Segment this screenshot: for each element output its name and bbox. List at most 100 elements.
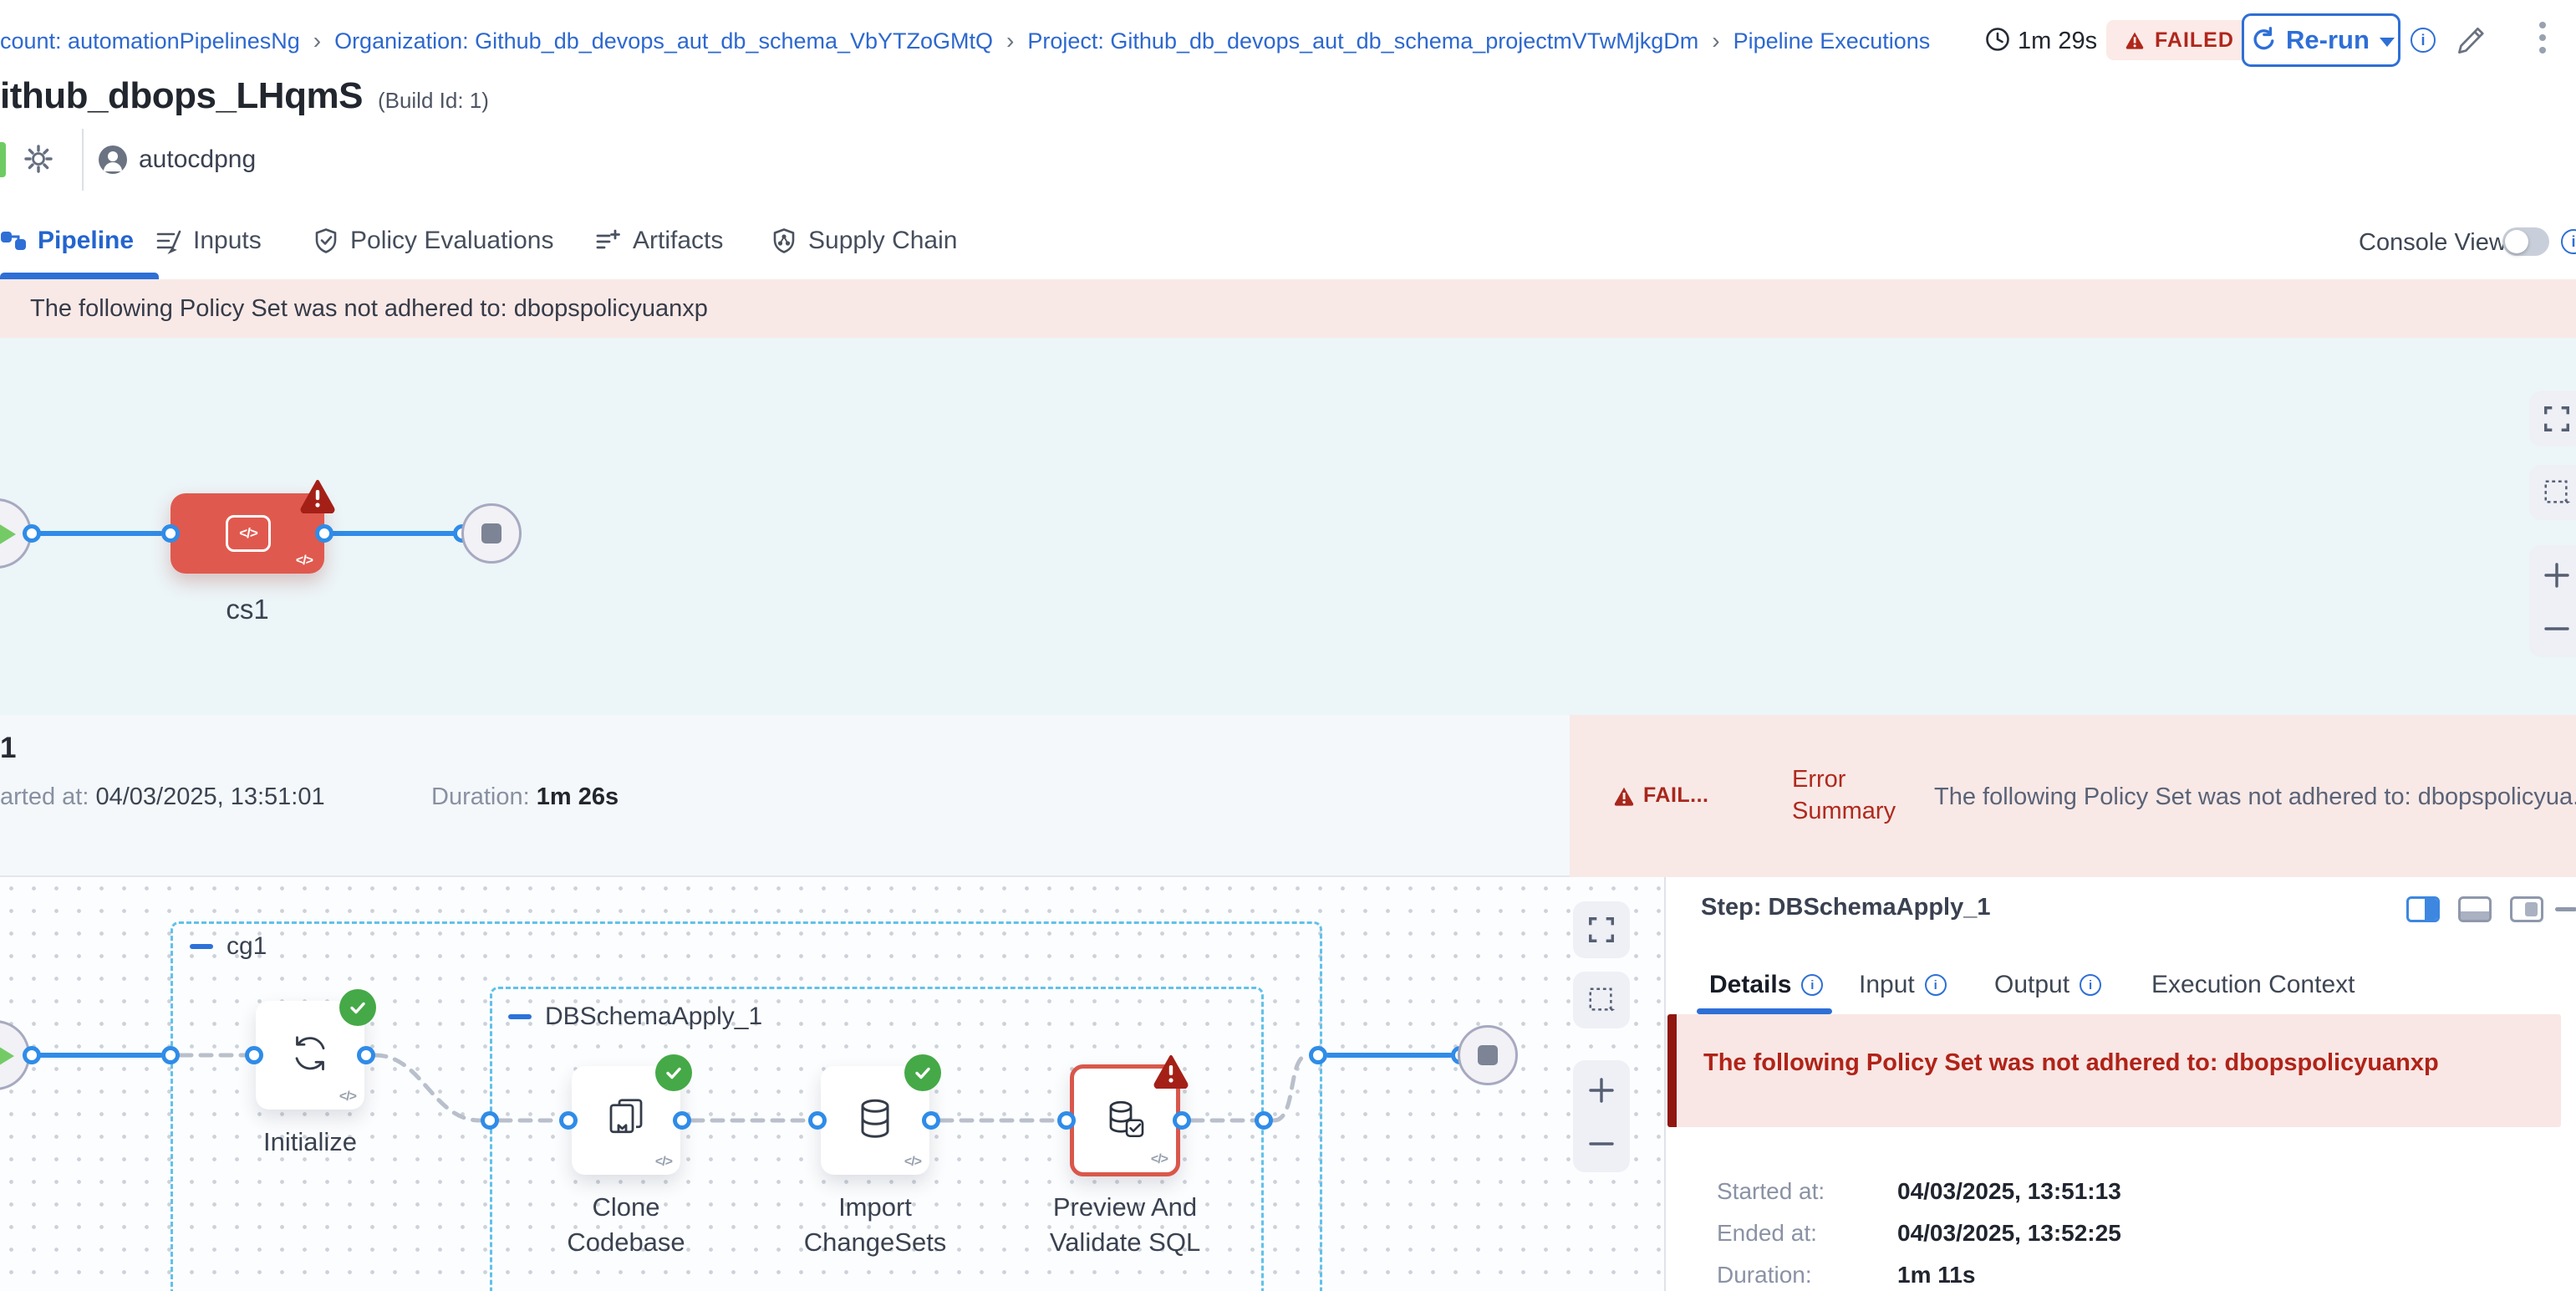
- step-label-initialize: Initialize: [256, 1125, 364, 1160]
- breadcrumb-pipeline-executions[interactable]: Pipeline Executions: [1733, 28, 1931, 54]
- info-icon[interactable]: i: [2080, 974, 2101, 996]
- success-badge-icon: [655, 1054, 692, 1091]
- detail-value-started: 04/03/2025, 13:51:13: [1897, 1178, 2121, 1205]
- artifacts-list-icon: [595, 227, 622, 254]
- info-icon[interactable]: i: [2411, 28, 2436, 53]
- user-icon: [99, 145, 127, 174]
- more-options-icon[interactable]: [2539, 22, 2546, 54]
- connector-dot: [357, 1046, 375, 1064]
- topbar: count: automationPipelinesNg › Organizat…: [0, 0, 2576, 80]
- active-tab-underline: [0, 273, 159, 279]
- step-details-panel: Step: DBSchemaApply_1 Details i Input i …: [1664, 877, 2576, 1291]
- triggered-by-user[interactable]: autocdpng: [139, 145, 256, 174]
- tab-inputs-label: Inputs: [193, 227, 262, 255]
- chevron-down-icon: [2380, 38, 2395, 47]
- gear-icon[interactable]: [22, 142, 55, 176]
- rerun-icon: [2248, 26, 2276, 54]
- code-glyph: </>: [339, 1089, 356, 1105]
- panel-tab-input[interactable]: Input i: [1859, 971, 1947, 999]
- stage-name: 1: [0, 732, 16, 765]
- console-view-info-icon[interactable]: i: [2561, 229, 2576, 254]
- stop-icon: [481, 523, 501, 543]
- execution-graph-canvas[interactable]: cg1 DBSchemaApply_1: [0, 877, 1664, 1291]
- stage-info-bar: 1 arted at: 04/03/2025, 13:51:01 Duratio…: [0, 715, 2576, 877]
- group-name: DBSchemaApply_1: [545, 1003, 762, 1031]
- stage-duration: Duration: 1m 26s: [431, 783, 619, 811]
- step-error-box: The following Policy Set was not adhered…: [1667, 1014, 2561, 1127]
- code-glyph: </>: [904, 1155, 921, 1170]
- step-node-preview-validate-sql[interactable]: </>: [1070, 1064, 1180, 1176]
- rerun-label: Re-run: [2286, 25, 2370, 55]
- shield-check-icon: [313, 227, 339, 254]
- build-id: (Build Id: 1): [378, 88, 489, 114]
- fullscreen-button[interactable]: [1573, 901, 1630, 958]
- panel-tab-execution-context[interactable]: Execution Context: [2151, 971, 2355, 999]
- warning-icon: [1613, 786, 1635, 806]
- collapse-icon[interactable]: [508, 1014, 532, 1019]
- step-label-clone-codebase: Clone Codebase: [538, 1190, 714, 1260]
- breadcrumb-project[interactable]: Project: Github_db_devops_aut_db_schema_…: [1027, 28, 1698, 54]
- zoom-out-button[interactable]: [1573, 1119, 1630, 1169]
- panel-tab-details[interactable]: Details i: [1709, 971, 1823, 999]
- status-strip: [0, 142, 6, 177]
- fail-status-label: FAIL...: [1643, 783, 1709, 808]
- clock-icon: [1984, 26, 2011, 53]
- connector-dot: [161, 524, 180, 543]
- selection-tool-button[interactable]: [1573, 972, 1630, 1028]
- zoom-out-button[interactable]: [2529, 604, 2576, 654]
- selection-tool-button[interactable]: [2529, 465, 2576, 520]
- tab-inputs[interactable]: Inputs: [155, 221, 262, 261]
- fail-status: FAIL...: [1613, 783, 1709, 808]
- detail-label-duration: Duration:: [1717, 1262, 1812, 1288]
- breadcrumb-account[interactable]: count: automationPipelinesNg: [0, 28, 300, 54]
- panel-tab-output[interactable]: Output i: [1994, 971, 2101, 999]
- stage-graph-canvas[interactable]: </> </> cs1: [0, 338, 2576, 715]
- stage-node-cs1[interactable]: </> </>: [171, 493, 324, 574]
- connector-dot: [1309, 1046, 1327, 1064]
- console-view-toggle[interactable]: [2502, 227, 2549, 256]
- zoom-in-button[interactable]: [2529, 550, 2576, 600]
- elapsed-time: 1m 29s: [2018, 28, 2097, 55]
- tab-pipeline-label: Pipeline: [38, 227, 134, 255]
- minimize-panel-icon[interactable]: [2555, 907, 2576, 911]
- zoom-in-button[interactable]: [1573, 1065, 1630, 1115]
- step-node-import-changesets[interactable]: </>: [821, 1066, 929, 1175]
- layout-right-view-icon[interactable]: [2510, 896, 2543, 922]
- console-view-label: Console View: [2359, 229, 2507, 257]
- breadcrumb-organization[interactable]: Organization: Github_db_devops_aut_db_sc…: [334, 28, 993, 54]
- fullscreen-button[interactable]: [2529, 391, 2576, 446]
- policy-error-banner: The following Policy Set was not adhered…: [0, 279, 2576, 338]
- policy-error-banner-text: The following Policy Set was not adhered…: [30, 295, 708, 323]
- step-node-initialize[interactable]: </>: [256, 1001, 364, 1110]
- play-icon: [0, 1043, 14, 1069]
- clone-codebase-icon: [603, 1095, 649, 1142]
- panel-tab-output-label: Output: [1994, 971, 2069, 999]
- stage-started-at: arted at: 04/03/2025, 13:51:01: [0, 783, 325, 811]
- layout-bottom-view-icon[interactable]: [2458, 896, 2492, 922]
- tab-artifacts-label: Artifacts: [633, 227, 723, 255]
- connector-dot: [161, 1046, 180, 1064]
- tab-pipeline[interactable]: Pipeline: [0, 221, 134, 261]
- active-panel-tab-underline: [1697, 1008, 1832, 1014]
- connector-dot: [1173, 1111, 1191, 1130]
- collapse-icon[interactable]: [190, 944, 213, 949]
- step-label-preview-validate-sql: Preview And Validate SQL: [1036, 1190, 1214, 1260]
- tab-artifacts[interactable]: Artifacts: [595, 221, 723, 261]
- stop-icon: [1478, 1045, 1498, 1065]
- tab-policy-evaluations[interactable]: Policy Evaluations: [313, 221, 553, 261]
- connector-dot: [559, 1111, 578, 1130]
- connector-dot: [808, 1111, 827, 1130]
- info-icon[interactable]: i: [1925, 974, 1947, 996]
- tab-supply-chain[interactable]: Supply Chain: [771, 221, 957, 261]
- detail-label-started: Started at:: [1717, 1178, 1825, 1205]
- breadcrumb-separator: ›: [1712, 28, 1719, 54]
- breadcrumb-separator: ›: [313, 28, 321, 54]
- failed-badge-icon: [1153, 1054, 1189, 1089]
- code-glyph: </>: [1151, 1152, 1168, 1167]
- step-node-clone-codebase[interactable]: </>: [572, 1066, 680, 1175]
- error-summary-label: Error Summary: [1792, 763, 1917, 827]
- info-icon[interactable]: i: [1801, 974, 1823, 996]
- edit-pencil-icon[interactable]: [2452, 23, 2487, 59]
- rerun-button[interactable]: Re-run: [2242, 13, 2400, 67]
- layout-split-view-icon[interactable]: [2406, 896, 2440, 922]
